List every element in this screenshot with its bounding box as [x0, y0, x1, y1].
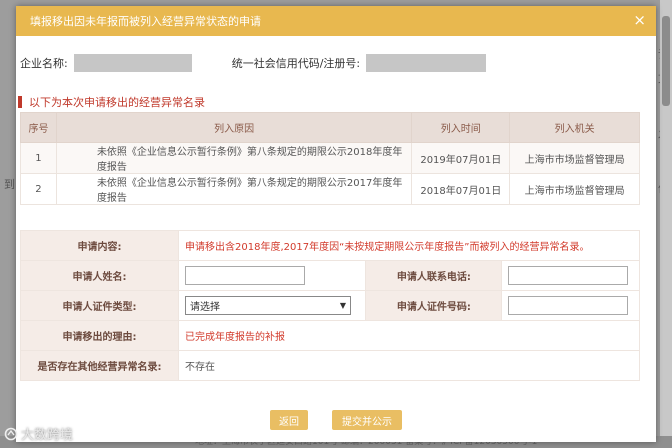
col-header-no: 序号	[20, 112, 57, 143]
applicant-phone-input[interactable]	[508, 266, 629, 285]
close-icon[interactable]: ×	[633, 12, 646, 28]
back-button[interactable]: 返回	[270, 410, 308, 430]
col-header-agency: 列入机关	[509, 112, 640, 143]
form-row-id: 申请人证件类型: 请选择 ▼ 申请人证件号码:	[20, 290, 640, 321]
cell-reason: 未依照《企业信息公示暂行条例》第八条规定的期限公示2017年度年度报告	[55, 173, 413, 205]
watermark-logo-icon	[4, 427, 18, 440]
id-type-select[interactable]: 请选择 ▼	[185, 296, 351, 315]
credit-code-label: 统一社会信用代码/注册号:	[231, 57, 361, 70]
scrollbar-thumb[interactable]	[662, 16, 670, 106]
cell-agency: 上海市市场监督管理局	[509, 173, 640, 205]
applicant-name-label: 申请人姓名:	[20, 260, 179, 291]
id-type-cell: 请选择 ▼	[177, 290, 367, 321]
cell-no: 2	[20, 173, 57, 205]
abnormal-list-table: 序号 列入原因 列入时间 列入机关 1 未依照《企业信息公示暂行条例》第八条规定…	[20, 112, 640, 205]
watermark-text: 大数跨境	[21, 428, 74, 443]
other-list-value: 不存在	[178, 350, 640, 381]
form-row-other: 是否存在其他经营异常名录: 不存在	[20, 350, 640, 381]
button-bar: 返回 提交并公示	[16, 410, 656, 430]
section-title: 以下为本次申请移出的经营异常名录	[18, 94, 205, 110]
table-header-row: 序号 列入原因 列入时间 列入机关	[20, 112, 640, 143]
page-scrollbar[interactable]	[660, 0, 672, 448]
application-dialog: 填报移出因未年报而被列入经营异常状态的申请 × 企业名称: 统一社会信用代码/注…	[16, 6, 656, 442]
removal-reason-label: 申请移出的理由:	[20, 320, 179, 351]
cell-reason: 未依照《企业信息公示暂行条例》第八条规定的期限公示2018年度年度报告	[55, 142, 413, 174]
id-type-label: 申请人证件类型:	[20, 290, 179, 321]
id-number-cell	[501, 290, 640, 321]
cell-no: 1	[20, 142, 57, 174]
applicant-phone-cell	[501, 260, 640, 291]
credit-code-redacted	[366, 54, 487, 72]
company-name-redacted	[73, 54, 192, 72]
id-number-label: 申请人证件号码:	[365, 290, 503, 321]
section-marker	[18, 96, 22, 108]
applicant-name-input[interactable]	[185, 266, 305, 285]
dialog-title-bar: 填报移出因未年报而被列入经营异常状态的申请 ×	[16, 6, 656, 36]
application-form: 申请内容: 申请移出含2018年度,2017年度因“未按规定期限公示年度报告”而…	[20, 230, 640, 381]
id-number-input[interactable]	[508, 296, 629, 315]
dropdown-arrow-icon: ▼	[339, 301, 346, 310]
watermark: 大数跨境	[4, 424, 73, 443]
content-value: 申请移出含2018年度,2017年度因“未按规定期限公示年度报告”而被列入的经营…	[178, 230, 640, 261]
applicant-name-cell	[177, 260, 367, 291]
col-header-reason: 列入原因	[55, 112, 413, 143]
form-row-reason: 申请移出的理由: 已完成年度报告的补报	[20, 320, 640, 351]
section-title-text: 以下为本次申请移出的经营异常名录	[29, 96, 205, 109]
bg-left-char: 到	[4, 178, 15, 191]
cell-date: 2019年07月01日	[411, 142, 511, 174]
content-label: 申请内容:	[20, 230, 179, 261]
form-row-name-phone: 申请人姓名: 申请人联系电话:	[20, 260, 640, 291]
removal-reason-value: 已完成年度报告的补报	[178, 320, 640, 351]
id-type-selected: 请选择	[190, 302, 220, 313]
form-row-content: 申请内容: 申请移出含2018年度,2017年度因“未按规定期限公示年度报告”而…	[20, 230, 640, 261]
table-row: 2 未依照《企业信息公示暂行条例》第八条规定的期限公示2017年度年度报告 20…	[20, 173, 640, 205]
company-info-row: 企业名称: 统一社会信用代码/注册号:	[16, 52, 656, 74]
applicant-phone-label: 申请人联系电话:	[365, 260, 503, 291]
other-list-label: 是否存在其他经营异常名录:	[20, 350, 179, 381]
company-name-label: 企业名称:	[20, 57, 68, 70]
dialog-title: 填报移出因未年报而被列入经营异常状态的申请	[30, 15, 261, 28]
cell-agency: 上海市市场监督管理局	[509, 142, 640, 174]
table-row: 1 未依照《企业信息公示暂行条例》第八条规定的期限公示2018年度年度报告 20…	[20, 142, 640, 174]
cell-date: 2018年07月01日	[411, 173, 511, 205]
col-header-date: 列入时间	[411, 112, 511, 143]
submit-publish-button[interactable]: 提交并公示	[332, 410, 402, 430]
